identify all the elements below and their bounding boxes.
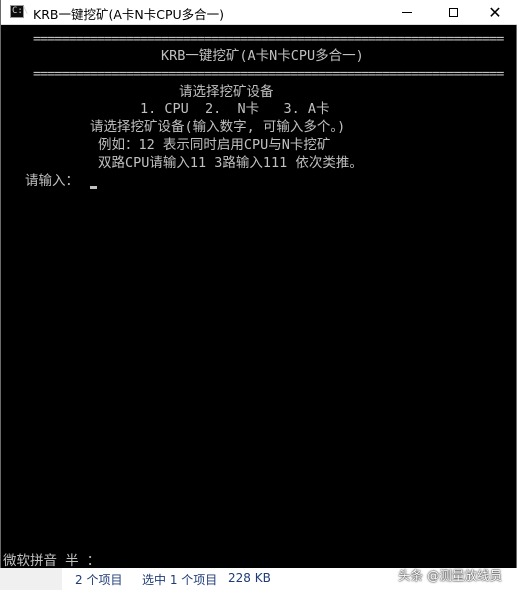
window-title: KRB一键挖矿(A卡N卡CPU多合一): [33, 7, 225, 22]
separator-line-top: ========================================…: [33, 31, 504, 47]
minimize-icon: [402, 12, 412, 13]
console-app-icon: C:\: [10, 5, 29, 18]
input-prompt: 请输入：: [25, 173, 79, 189]
watermark: 头条 @测量放线员: [398, 568, 502, 583]
selected-count: 选中 1 个项目: [142, 573, 218, 587]
selected-size: 228 KB: [228, 571, 271, 585]
maximize-icon: [448, 8, 458, 17]
separator-line-bottom: ========================================…: [33, 66, 504, 82]
instruction-text: 请选择挖矿设备(输入数字, 可输入多个。): [90, 119, 346, 135]
close-icon: ✕: [488, 2, 502, 22]
console-header: KRB一键挖矿(A卡N卡CPU多合一): [161, 48, 364, 64]
item-count: 2 个项目: [75, 573, 123, 587]
console-output[interactable]: ========================================…: [3, 27, 515, 568]
prompt-title: 请选择挖矿设备: [179, 84, 274, 100]
minimize-button[interactable]: [384, 0, 430, 25]
ime-status: 微软拼音 半 ：: [3, 553, 101, 569]
status-bar-gutter: [0, 568, 62, 590]
text-cursor[interactable]: [90, 186, 97, 189]
close-button[interactable]: ✕: [472, 0, 517, 25]
maximize-button[interactable]: [430, 0, 476, 25]
example-line-1: 例如：12 表示同时启用CPU与N卡挖矿: [98, 137, 331, 153]
console-window: C:\ KRB一键挖矿(A卡N卡CPU多合一) ✕ ==============…: [0, 0, 517, 569]
example-line-2: 双路CPU请输入11 3路输入111 依次类推。: [98, 155, 363, 171]
title-bar[interactable]: C:\ KRB一键挖矿(A卡N卡CPU多合一) ✕: [1, 0, 517, 25]
device-options: 1. CPU 2. N卡 3. A卡: [140, 101, 330, 117]
